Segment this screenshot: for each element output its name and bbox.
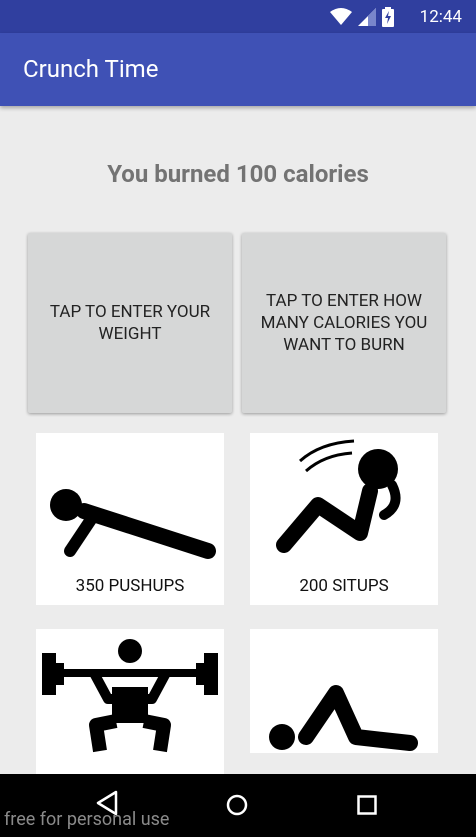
exercise-card-situps[interactable]: 200 SITUPS bbox=[250, 433, 438, 605]
app-title: Crunch Time bbox=[23, 55, 159, 83]
exercise-card-leg-lifts[interactable] bbox=[250, 629, 438, 753]
cell-signal-icon bbox=[358, 8, 376, 26]
status-bar: 12:44 bbox=[0, 0, 476, 33]
enter-calories-button[interactable]: TAP TO ENTER HOW MANY CALORIES YOU WANT … bbox=[242, 233, 446, 413]
squat-icon bbox=[42, 639, 218, 753]
app-bar: Crunch Time bbox=[0, 33, 476, 106]
status-icons bbox=[330, 7, 394, 27]
exercise-label: 200 SITUPS bbox=[299, 576, 389, 596]
recents-icon[interactable] bbox=[357, 795, 377, 815]
pushup-icon bbox=[50, 489, 216, 559]
enter-weight-button[interactable]: TAP TO ENTER YOUR WEIGHT bbox=[28, 233, 232, 413]
exercise-label: 350 PUSHUPS bbox=[75, 576, 185, 596]
leg-lift-icon bbox=[269, 685, 418, 751]
status-time: 12:44 bbox=[419, 7, 462, 27]
home-icon[interactable] bbox=[226, 794, 248, 816]
watermark: free for personal use bbox=[4, 809, 170, 830]
situp-icon bbox=[276, 439, 401, 553]
battery-icon bbox=[382, 7, 394, 27]
wifi-icon bbox=[330, 8, 352, 25]
calories-burned-text: You burned 100 calories bbox=[107, 160, 369, 188]
exercise-card-pushups[interactable]: 350 PUSHUPS bbox=[36, 433, 224, 605]
